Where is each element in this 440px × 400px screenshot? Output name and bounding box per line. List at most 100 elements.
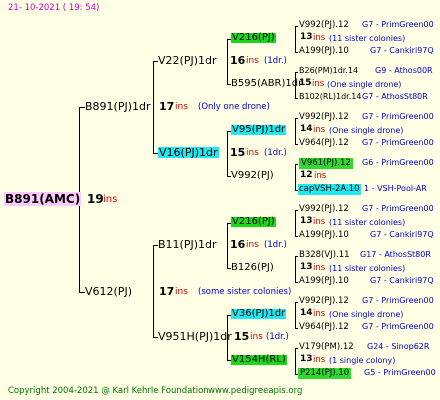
gen3-queen[interactable]: B126(PJ) <box>231 263 274 273</box>
gen4-ins-label: ins <box>313 33 326 43</box>
gen4-note: (One single drone) <box>329 310 404 319</box>
gen4-ins-label: ins <box>312 79 325 89</box>
connector-line <box>227 131 228 176</box>
connector-line <box>295 210 298 211</box>
gen4-code: G7 - PrimGreen00 <box>362 296 434 305</box>
gen4-queen[interactable]: A199(PJ).10 <box>299 231 349 240</box>
gen4-note: (One single drone) <box>329 126 404 135</box>
gen4-code: G7 - AthosSt80R <box>362 92 428 101</box>
gen4-queen[interactable]: V964(PJ).12 <box>299 323 349 332</box>
connector-line <box>153 245 154 337</box>
connector-line <box>153 61 154 153</box>
gen3-queen[interactable]: V154H(RL) <box>231 355 287 365</box>
gen4-note: (11 sister colonies) <box>329 218 406 227</box>
gen1-note: (some sister colonies) <box>198 287 292 297</box>
connector-line <box>227 223 228 268</box>
connector-line <box>295 210 296 236</box>
connector-line <box>295 236 298 237</box>
connector-line <box>295 118 298 119</box>
gen4-code: G7 - PrimGreen00 <box>362 204 434 213</box>
gen3-queen[interactable]: V36(PJ)1dr <box>231 309 287 319</box>
gen3-queen[interactable]: V992(PJ) <box>231 171 274 181</box>
connector-line <box>227 39 228 84</box>
gen2-ins-label: ins <box>246 240 259 250</box>
connector-line <box>295 302 298 303</box>
gen2-queen[interactable]: B11(PJ)1dr <box>158 239 217 250</box>
gen4-code: G6 - PrimGreen00 <box>362 158 434 167</box>
gen2-ins-label: ins <box>246 56 259 66</box>
gen3-queen[interactable]: V216(PJ) <box>231 33 276 43</box>
connector-line <box>295 118 296 144</box>
gen4-queen[interactable]: V961(PJ).12 <box>299 158 353 169</box>
gen4-queen[interactable]: A199(PJ).10 <box>299 47 349 56</box>
gen4-ins-count: 13 <box>300 354 313 364</box>
gen4-ins-label: ins <box>313 125 326 135</box>
gen4-queen[interactable]: V992(PJ).12 <box>299 297 349 306</box>
gen1-queen[interactable]: V612(PJ) <box>85 286 132 297</box>
gen4-queen[interactable]: V992(PJ).12 <box>299 205 349 214</box>
gen1-ins-count: 17 <box>159 100 175 113</box>
header-date: 21- 10-2021 ( 19: 54) <box>8 3 100 13</box>
gen4-ins-label: ins <box>314 171 327 181</box>
gen4-code: G24 - Sinop62R <box>367 342 430 351</box>
gen4-queen[interactable]: V992(PJ).12 <box>299 21 349 30</box>
gen4-queen[interactable]: V179(PM).12 <box>299 343 354 352</box>
gen4-ins-label: ins <box>313 263 326 273</box>
gen4-ins-count: 14 <box>300 124 313 134</box>
gen2-note: (1dr.) <box>264 240 287 250</box>
gen4-code: G7 - Cankiri97Q <box>370 276 434 285</box>
footer-url-link[interactable]: www.pedigreeapis.org <box>208 387 302 396</box>
gen3-queen[interactable]: B595(ABR)1dr <box>231 79 302 89</box>
gen4-note: (One single drone) <box>327 80 402 89</box>
gen2-ins-count: 15 <box>230 146 246 159</box>
gen4-code: G17 - AthosSt80R <box>360 250 431 259</box>
gen2-note: (1dr.) <box>264 148 287 158</box>
connector-line <box>295 256 298 257</box>
gen4-ins-count: 12 <box>300 170 313 180</box>
gen4-queen[interactable]: V964(PJ).12 <box>299 139 349 148</box>
gen4-code: G7 - PrimGreen00 <box>362 322 434 331</box>
gen4-queen[interactable]: B102(RL)1dr.14 <box>299 93 361 101</box>
root-ins-label: ins <box>103 194 118 205</box>
root-ins-count: 19 <box>87 192 104 206</box>
connector-line <box>295 144 298 145</box>
gen3-queen[interactable]: V216(PJ) <box>231 217 276 227</box>
gen4-code: G9 - Athos00R <box>375 66 433 75</box>
gen4-queen[interactable]: capVSH-2A.10 <box>298 184 361 195</box>
gen1-queen[interactable]: B891(PJ)1dr <box>85 101 151 112</box>
gen2-queen[interactable]: V22(PJ)1dr <box>158 55 217 66</box>
connector-line <box>295 26 296 52</box>
connector-line <box>295 348 298 349</box>
gen4-queen[interactable]: B26(PM)1dr.14 <box>299 67 358 75</box>
gen4-ins-count: 13 <box>300 262 313 272</box>
footer-copyright: Copyright 2004-2021 @ Karl Kehrle Founda… <box>8 386 209 396</box>
connector-line <box>295 348 296 374</box>
connector-line <box>295 52 298 53</box>
connector-line <box>295 72 298 73</box>
gen4-queen[interactable]: A199(PJ).10 <box>299 277 349 286</box>
gen4-note: (11 sister colonies) <box>329 264 406 273</box>
gen4-note: (11 sister colonies) <box>329 34 406 43</box>
connector-line <box>295 164 298 165</box>
gen1-ins-label: ins <box>175 287 188 297</box>
connector-line <box>295 302 296 328</box>
gen4-code: G7 - Cankiri97Q <box>370 230 434 239</box>
gen1-ins-label: ins <box>175 102 188 112</box>
gen2-ins-count: 15 <box>234 330 250 343</box>
gen4-queen[interactable]: V992(PJ).12 <box>299 113 349 122</box>
gen3-queen[interactable]: V95(PJ)1dr <box>231 125 287 135</box>
gen4-queen[interactable]: B328(VJ).11 <box>299 251 350 260</box>
gen2-queen[interactable]: V951H(PJ)1dr <box>158 331 232 342</box>
gen4-queen[interactable]: P214(PJ).10 <box>298 368 352 379</box>
gen4-ins-label: ins <box>313 355 326 365</box>
root-queen[interactable]: B891(AMC) <box>4 192 82 206</box>
connector-line <box>295 26 298 27</box>
gen4-ins-label: ins <box>313 309 326 319</box>
gen2-ins-count: 16 <box>230 238 246 251</box>
gen4-code: G5 - PrimGreen00 <box>364 368 436 377</box>
gen2-queen[interactable]: V16(PJ)1dr <box>158 147 219 158</box>
gen4-ins-count: 15 <box>299 78 312 88</box>
gen4-code: 1 - VSH-Pool-AR <box>364 184 427 193</box>
gen1-note: (Only one drone) <box>198 102 270 112</box>
pedigree-tree: 21- 10-2021 ( 19: 54) B891(AMC) 19 ins B… <box>0 0 440 400</box>
